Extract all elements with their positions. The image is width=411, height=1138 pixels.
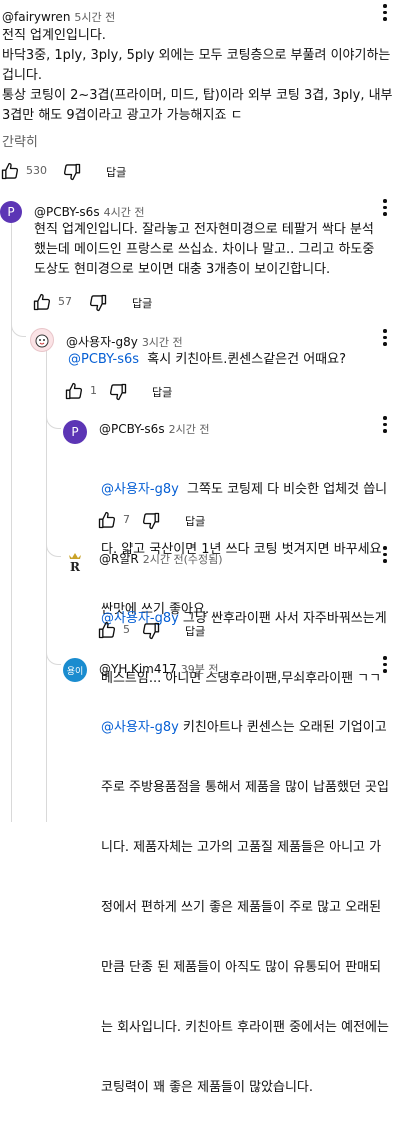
show-less-link[interactable]: 간략히 <box>2 131 38 150</box>
comment-text: 현직 업계인입니다. 잘라놓고 전자현미경으로 테팔거 싹다 분석 했는데 메이… <box>34 222 375 277</box>
more-options-icon[interactable] <box>383 199 387 216</box>
comment: 용이 @YH.Kim417 39분 전 @사용자-g8y 키친아트나 퀸센스는 오… <box>0 648 411 1095</box>
mention-link[interactable]: @사용자-g8y <box>101 720 179 735</box>
comment-time[interactable]: 5시간 전 <box>74 11 115 24</box>
thumbs-up-icon[interactable] <box>0 161 20 181</box>
comment: @fairywren 5시간 전 전직 업계인입니다. 바닥3중, 1ply, 3… <box>0 0 411 195</box>
action-bar: 530 답글 <box>0 161 200 183</box>
comment: R @R알R 2시간 전(수정됨) @사용자-g8y 그냥 싼후라이팬 사서 자주… <box>0 540 411 686</box>
comment-text: @사용자-g8y 키친아트나 퀸센스는 오래된 기업이고 주로 주방용품점을 통… <box>101 720 389 1095</box>
like-count: 1 <box>90 384 97 397</box>
thumbs-down-icon[interactable] <box>108 382 128 402</box>
thumbs-up-icon[interactable] <box>32 292 52 312</box>
like-count: 57 <box>58 295 72 308</box>
comment-time[interactable]: 2시간 전 <box>169 423 210 436</box>
reply-button[interactable]: 답글 <box>185 513 205 529</box>
reply-button[interactable]: 답글 <box>106 164 126 180</box>
avatar[interactable]: P <box>0 201 22 223</box>
comment-author[interactable]: @PCBY-s6s <box>99 422 165 436</box>
reply-button[interactable]: 답글 <box>185 623 205 639</box>
avatar-face-icon <box>35 334 49 348</box>
comment: P @PCBY-s6s 4시간 전 현직 업계인입니다. 잘라놓고 전자현미경으로… <box>0 195 411 325</box>
avatar[interactable]: P <box>63 420 87 444</box>
comment-author[interactable]: @YH.Kim417 <box>99 662 177 676</box>
mention-link[interactable]: @사용자-g8y <box>101 482 179 497</box>
reply-button[interactable]: 답글 <box>152 384 172 400</box>
comment-header: @PCBY-s6s 2시간 전 <box>99 418 209 437</box>
comment-header: @R알R 2시간 전(수정됨) <box>99 548 223 567</box>
comment-header: @PCBY-s6s 4시간 전 <box>34 201 144 220</box>
mention-link[interactable]: @PCBY-s6s <box>68 352 139 367</box>
comment-time[interactable]: 2시간 전(수정됨) <box>143 553 223 566</box>
action-bar: 57 답글 <box>32 292 232 314</box>
more-options-icon[interactable] <box>383 416 387 433</box>
thumbs-up-icon[interactable] <box>97 510 117 530</box>
reply-button[interactable]: 답글 <box>132 295 152 311</box>
more-options-icon[interactable] <box>383 329 387 346</box>
action-bar: 5 답글 <box>97 620 297 642</box>
avatar[interactable]: 용이 <box>63 658 87 682</box>
comment-author[interactable]: @PCBY-s6s <box>34 205 100 219</box>
comment-time[interactable]: 39분 전 <box>181 663 219 676</box>
like-count: 5 <box>123 623 130 636</box>
comment-time[interactable]: 3시간 전 <box>142 336 183 349</box>
comment-header: @YH.Kim417 39분 전 <box>99 658 219 677</box>
thumbs-down-icon[interactable] <box>88 293 108 313</box>
comment: P @PCBY-s6s 2시간 전 @사용자-g8y 그쪽도 코팅제 다 비슷한 … <box>0 410 411 617</box>
action-bar: 7 답글 <box>97 510 297 532</box>
comment-time[interactable]: 4시간 전 <box>104 206 145 219</box>
comment-author[interactable]: @R알R <box>99 552 139 566</box>
comment: @사용자-g8y 3시간 전 @PCBY-s6s 혹시 키친아트.퀸센스같은건 어… <box>0 325 411 410</box>
crown-r-logo-icon: R <box>69 553 81 573</box>
avatar[interactable] <box>30 328 54 352</box>
comment-text: 전직 업계인입니다. 바닥3중, 1ply, 3ply, 5ply 외에는 모두… <box>2 28 393 123</box>
more-options-icon[interactable] <box>383 546 387 563</box>
comment-text: @PCBY-s6s 혹시 키친아트.퀸센스같은건 어때요? <box>68 352 346 367</box>
svg-text:R: R <box>70 560 81 573</box>
thumbs-down-icon[interactable] <box>141 511 161 531</box>
thumbs-down-icon[interactable] <box>141 621 161 641</box>
more-options-icon[interactable] <box>383 656 387 673</box>
thumbs-up-icon[interactable] <box>97 620 117 640</box>
comment-header: @fairywren 5시간 전 <box>2 6 115 25</box>
action-bar: 1 답글 <box>64 381 264 403</box>
avatar[interactable]: R <box>63 550 87 574</box>
comment-author[interactable]: @fairywren <box>2 10 70 24</box>
comment-header: @사용자-g8y 3시간 전 <box>66 331 183 350</box>
thumbs-up-icon[interactable] <box>64 381 84 401</box>
more-options-icon[interactable] <box>383 4 387 21</box>
thumbs-down-icon[interactable] <box>62 162 82 182</box>
comment-author[interactable]: @사용자-g8y <box>66 335 138 349</box>
like-count: 530 <box>26 164 47 177</box>
like-count: 7 <box>123 513 130 526</box>
